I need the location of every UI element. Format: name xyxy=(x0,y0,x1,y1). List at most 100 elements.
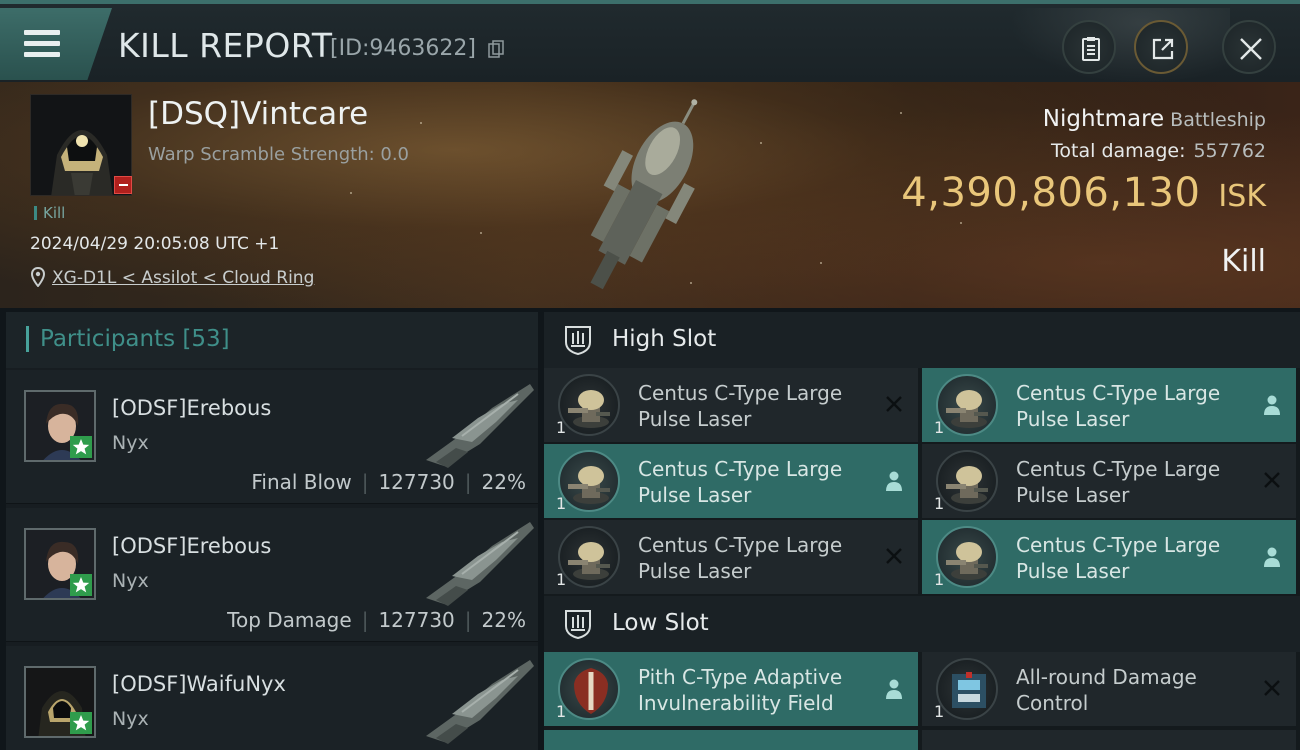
module-item[interactable]: 1 Centus C-Type Large Pulse Laser xyxy=(922,444,1296,518)
page-title: KILL REPORT xyxy=(118,26,333,65)
module-quantity: 1 xyxy=(934,418,945,437)
module-item[interactable]: 1 Pith C-Type Adaptive Invulnerability Fi… xyxy=(544,652,918,726)
victim-name[interactable]: [DSQ]Vintcare xyxy=(148,96,368,132)
friendly-star-icon xyxy=(70,712,92,734)
module-icon xyxy=(936,526,998,588)
dropped-person-icon xyxy=(886,471,902,491)
module-status xyxy=(884,394,904,418)
isk-amount: 4,390,806,130 xyxy=(901,170,1201,216)
warp-scramble-strength: Warp Scramble Strength: 0.0 xyxy=(148,144,410,165)
module-name: Centus C-Type Large Pulse Laser xyxy=(1016,381,1221,431)
module-icon xyxy=(558,450,620,512)
module-status xyxy=(1262,470,1282,494)
copy-icon[interactable] xyxy=(488,40,504,58)
module-quantity: 1 xyxy=(556,702,567,721)
isk-value: 4,390,806,130 ISK xyxy=(901,170,1266,216)
module-quantity: 1 xyxy=(556,570,567,589)
header-ship-decoration xyxy=(1010,8,1230,84)
clipboard-button[interactable] xyxy=(1062,20,1116,74)
module-status xyxy=(884,470,904,496)
module-name: Centus C-Type Large Pulse Laser xyxy=(638,533,843,583)
module-quantity: 1 xyxy=(934,702,945,721)
module-item[interactable]: 1 Centus C-Type Large Pulse Laser xyxy=(922,368,1296,442)
module-name: Centus C-Type Large Pulse Laser xyxy=(638,457,843,507)
friendly-star-icon xyxy=(70,574,92,596)
victim-banner: [DSQ]Vintcare Warp Scramble Strength: 0.… xyxy=(0,82,1300,308)
module-name: Pith C-Type Adaptive Invulnerability Fie… xyxy=(638,665,843,715)
module-item[interactable]: 1 All-round Damage Control xyxy=(922,652,1296,726)
close-icon xyxy=(1240,38,1262,60)
module-status xyxy=(884,546,904,570)
participant-name: [ODSF]Erebous xyxy=(112,396,272,420)
module-name: Centus C-Type Large Pulse Laser xyxy=(638,381,843,431)
participant-ship-image xyxy=(426,522,534,606)
module-name: Centus C-Type Large Pulse Laser xyxy=(1016,533,1221,583)
high-slot-header: High Slot xyxy=(544,312,1300,368)
dropped-person-icon xyxy=(886,679,902,699)
kill-timestamp: 2024/04/29 20:05:08 UTC +1 xyxy=(30,234,280,254)
module-item[interactable]: 1 Centus C-Type Large Pulse Laser xyxy=(544,520,918,594)
hamburger-menu-icon xyxy=(24,28,62,58)
module-item-partial[interactable] xyxy=(922,730,1296,750)
victim-ship-class: Battleship xyxy=(1170,109,1266,131)
participant-damage: 127730 xyxy=(378,608,455,632)
clipboard-icon xyxy=(1082,37,1100,61)
share-button[interactable] xyxy=(1134,20,1188,74)
participant-name: [ODSF]Erebous xyxy=(112,534,272,558)
participant-row[interactable]: [ODSF]Erebous Nyx Final Blow | 127730 | 22% xyxy=(6,370,538,504)
module-item[interactable]: 1 Centus C-Type Large Pulse Laser xyxy=(544,368,918,442)
friendly-star-icon xyxy=(70,436,92,458)
participants-title: Participants [53] xyxy=(40,326,230,352)
participant-row[interactable]: [ODSF]WaifuNyx Nyx xyxy=(6,646,538,750)
destroyed-x-icon xyxy=(886,396,902,412)
module-status xyxy=(1262,546,1282,572)
participants-header: Participants [53] xyxy=(6,312,538,368)
module-quantity: 1 xyxy=(934,494,945,513)
module-icon xyxy=(558,526,620,588)
participant-damage: 127730 xyxy=(378,470,455,494)
high-slot-title: High Slot xyxy=(612,326,717,352)
module-quantity: 1 xyxy=(934,570,945,589)
module-icon xyxy=(558,658,620,720)
close-button[interactable] xyxy=(1222,20,1276,74)
participant-role: Final Blow xyxy=(251,470,352,494)
participant-name: [ODSF]WaifuNyx xyxy=(112,672,286,696)
participant-ship: Nyx xyxy=(112,570,149,592)
report-id: [ID:9463622] xyxy=(330,36,476,61)
module-item[interactable]: 1 Centus C-Type Large Pulse Laser xyxy=(922,520,1296,594)
module-icon xyxy=(558,374,620,436)
victim-ship-name: Nightmare xyxy=(1042,106,1165,132)
module-status xyxy=(884,678,904,704)
share-icon xyxy=(1152,38,1174,60)
high-slot-icon xyxy=(565,326,591,356)
participant-ship: Nyx xyxy=(112,432,149,454)
participant-row[interactable]: [ODSF]Erebous Nyx Top Damage | 127730 | 22% xyxy=(6,508,538,642)
kill-tag: Kill xyxy=(34,206,65,221)
dropped-person-icon xyxy=(1264,547,1280,567)
victim-ship-type: Nightmare Battleship xyxy=(1043,106,1266,132)
module-name: Centus C-Type Large Pulse Laser xyxy=(1016,457,1221,507)
module-icon xyxy=(936,450,998,512)
module-status xyxy=(1262,678,1282,702)
participant-percent: 22% xyxy=(481,470,526,494)
total-damage: Total damage: 557762 xyxy=(1051,140,1266,162)
hostile-badge xyxy=(114,176,132,194)
victim-ship-image[interactable] xyxy=(560,86,730,304)
participant-ship-image xyxy=(426,660,534,744)
module-icon xyxy=(936,658,998,720)
participants-count: [53] xyxy=(182,326,230,352)
participants-panel[interactable]: Participants [53] [ODSF]Erebous Nyx Fina… xyxy=(6,312,538,750)
module-quantity: 1 xyxy=(556,494,567,513)
isk-unit: ISK xyxy=(1218,179,1266,214)
fitting-panel[interactable]: High Slot 1 Centus C-Type Large Pulse Las… xyxy=(544,312,1300,750)
participant-ship-image xyxy=(426,384,534,468)
module-item[interactable]: 1 Centus C-Type Large Pulse Laser xyxy=(544,444,918,518)
module-item-partial[interactable] xyxy=(544,730,918,750)
destroyed-x-icon xyxy=(1264,472,1280,488)
kill-result-label: Kill xyxy=(1221,244,1266,279)
module-quantity: 1 xyxy=(556,418,567,437)
destroyed-x-icon xyxy=(1264,680,1280,696)
kill-location-link[interactable]: XG-D1L < Assilot < Cloud Ring xyxy=(52,268,314,288)
participant-stats: Final Blow | 127730 | 22% xyxy=(251,470,526,494)
menu-button[interactable] xyxy=(0,8,112,80)
